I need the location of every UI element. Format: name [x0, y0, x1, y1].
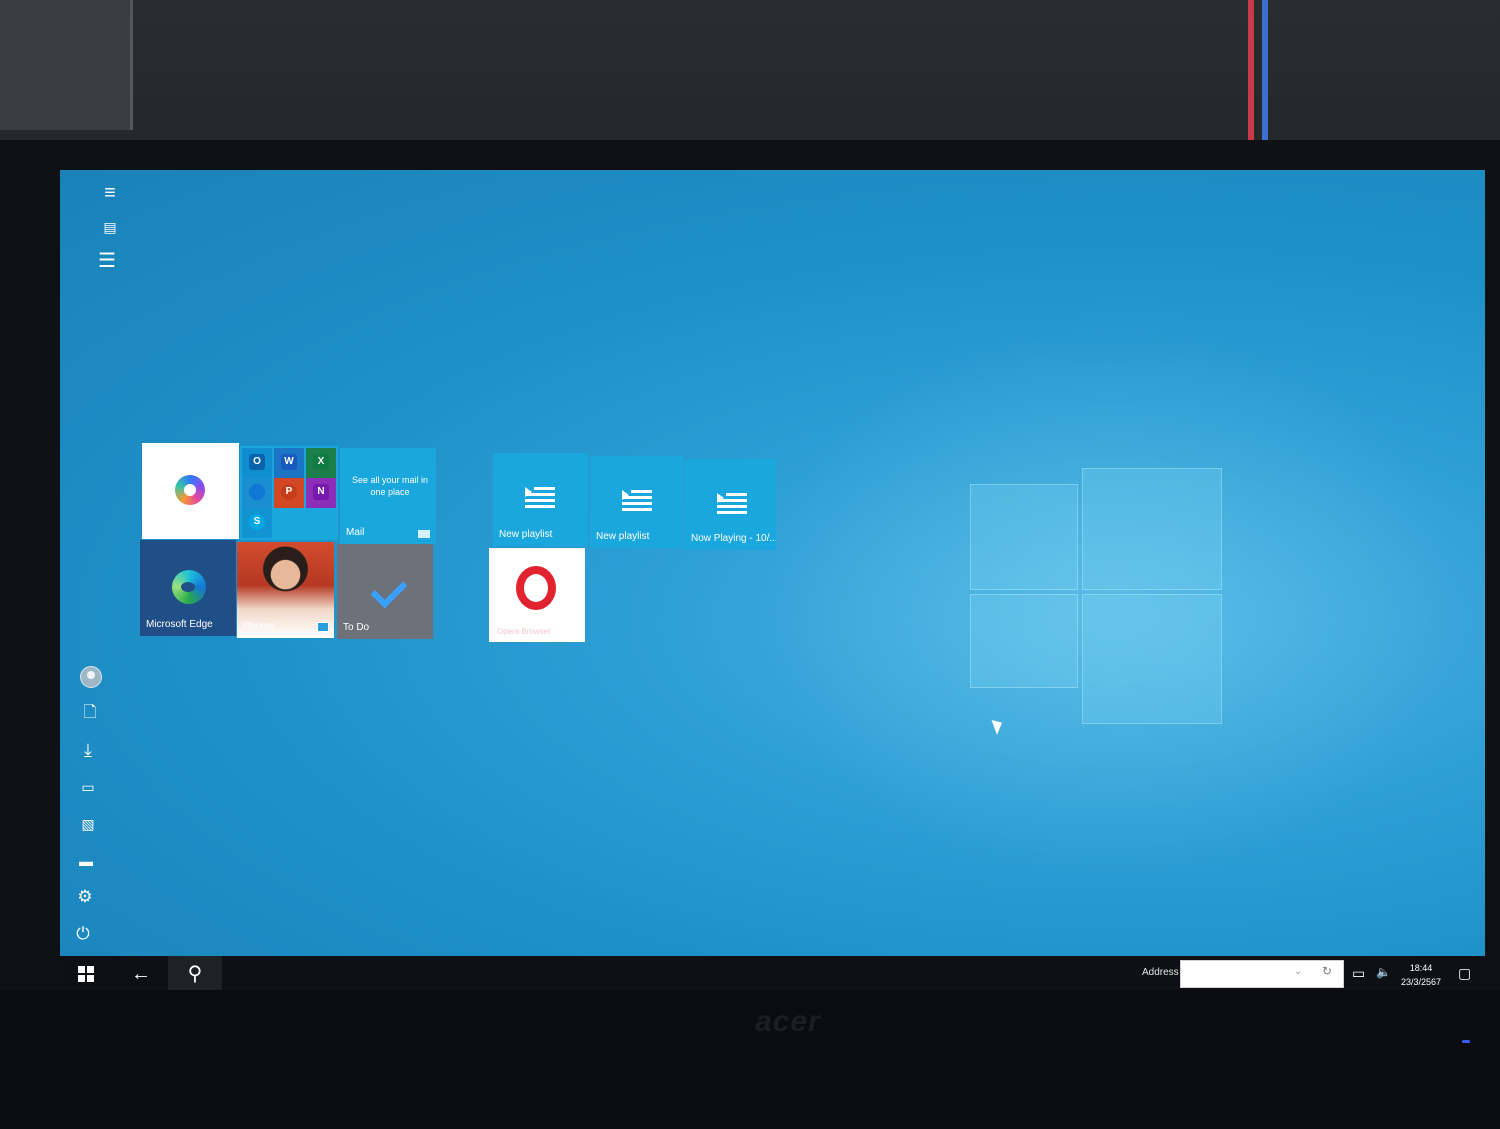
- skype-mini-tile[interactable]: S: [242, 508, 272, 538]
- powerpoint-mini-tile[interactable]: P: [274, 478, 304, 508]
- desktop-screen: ≡ ▤ ☰ 🗋 ⤓ ▭ ▧ ▬ ⚙ ⏻ O W X P N S See all …: [60, 170, 1485, 992]
- mail-tile-label: Mail: [346, 527, 365, 538]
- network-icon[interactable]: ▭: [1352, 965, 1365, 982]
- todo-tile-label: To Do: [343, 622, 370, 633]
- new-playlist-tile-2[interactable]: New playlist: [590, 456, 683, 548]
- downloads-icon[interactable]: ⤓: [75, 737, 101, 763]
- now-playing-label: Now Playing - 10/...: [691, 533, 776, 544]
- file-explorer-icon[interactable]: ▬: [73, 848, 99, 874]
- wallpaper-pane-tl: [970, 484, 1078, 590]
- opera-tile-label: Opera Browser: [497, 627, 551, 636]
- onedrive-mini-tile[interactable]: [242, 478, 272, 508]
- user-avatar-icon[interactable]: [80, 666, 102, 688]
- todo-tile[interactable]: To Do: [337, 544, 433, 639]
- wallpaper-pane-bl: [970, 594, 1078, 688]
- address-refresh-icon[interactable]: ↻: [1322, 964, 1332, 978]
- playlist-icon: [622, 490, 652, 512]
- photos-tile-label: Photos: [243, 621, 275, 632]
- all-apps-list-icon[interactable]: ☰: [94, 248, 120, 274]
- taskbar: ← ⚲ Address ⌄ ↻ ▭ 🔈 18:44 23/3/2567 ▢: [60, 956, 1485, 992]
- new-playlist-2-label: New playlist: [596, 531, 650, 542]
- documents-icon[interactable]: 🗋: [77, 700, 103, 726]
- wallpaper-pane-br: [1082, 594, 1222, 724]
- search-icon[interactable]: ⚲: [168, 956, 222, 992]
- word-mini-tile[interactable]: W: [274, 448, 304, 478]
- new-playlist-tile-1[interactable]: New playlist: [493, 453, 588, 546]
- edge-tile-label: Microsoft Edge: [146, 619, 213, 630]
- power-led: [1462, 1040, 1470, 1043]
- wall-outlet: [0, 0, 133, 130]
- taskbar-clock[interactable]: 18:44 23/3/2567: [1396, 961, 1446, 989]
- mail-tile-text: See all your mail in one place: [351, 475, 429, 497]
- power-icon[interactable]: ⏻: [70, 921, 96, 947]
- playlist-icon: [717, 493, 747, 515]
- now-playing-tile[interactable]: Now Playing - 10/...: [685, 459, 776, 550]
- copilot-logo-icon: [175, 475, 205, 505]
- mail-envelope-icon: [418, 530, 430, 538]
- clock-date: 23/3/2567: [1400, 977, 1442, 987]
- windows-logo-icon: [78, 966, 94, 982]
- mail-tile[interactable]: See all your mail in one place Mail: [340, 448, 436, 544]
- office-apps-folder-tile[interactable]: O W X P N S: [240, 446, 338, 540]
- copilot-tile[interactable]: [142, 443, 239, 539]
- edge-logo-icon: [172, 570, 206, 604]
- address-dropdown-icon[interactable]: ⌄: [1294, 966, 1302, 977]
- photos-app-icon: [317, 622, 329, 632]
- monitor-brand-logo: acer: [755, 1005, 821, 1038]
- onenote-mini-tile[interactable]: N: [306, 478, 336, 508]
- start-button[interactable]: [60, 956, 114, 992]
- new-playlist-1-label: New playlist: [499, 529, 553, 540]
- photos-tile[interactable]: Photos: [237, 542, 334, 638]
- wallpaper-pane-tr: [1082, 468, 1222, 590]
- todo-check-icon: [370, 571, 408, 609]
- volume-icon[interactable]: 🔈: [1376, 965, 1391, 979]
- settings-gear-icon[interactable]: ⚙: [72, 884, 98, 910]
- monitor-bottom-bezel: acer: [0, 990, 1500, 1129]
- windows-wallpaper-logo: [970, 466, 1222, 728]
- back-arrow-icon[interactable]: ←: [114, 956, 168, 992]
- opera-tile[interactable]: Opera Browser: [489, 548, 585, 642]
- notifications-icon[interactable]: ▢: [1458, 965, 1471, 982]
- excel-mini-tile[interactable]: X: [306, 448, 336, 478]
- outlook-mini-tile[interactable]: O: [242, 448, 272, 478]
- videos-icon[interactable]: ▭: [75, 774, 101, 800]
- hamburger-menu-icon[interactable]: ≡: [97, 180, 123, 206]
- address-input[interactable]: [1180, 960, 1344, 988]
- address-toolbar-label: Address: [1142, 967, 1179, 978]
- clock-time: 18:44: [1409, 963, 1433, 973]
- playlist-icon: [525, 487, 555, 509]
- edge-tile[interactable]: Microsoft Edge: [140, 540, 236, 636]
- tiles-view-icon[interactable]: ▤: [97, 214, 123, 240]
- pictures-icon[interactable]: ▧: [75, 811, 101, 837]
- opera-logo-icon: [516, 566, 556, 610]
